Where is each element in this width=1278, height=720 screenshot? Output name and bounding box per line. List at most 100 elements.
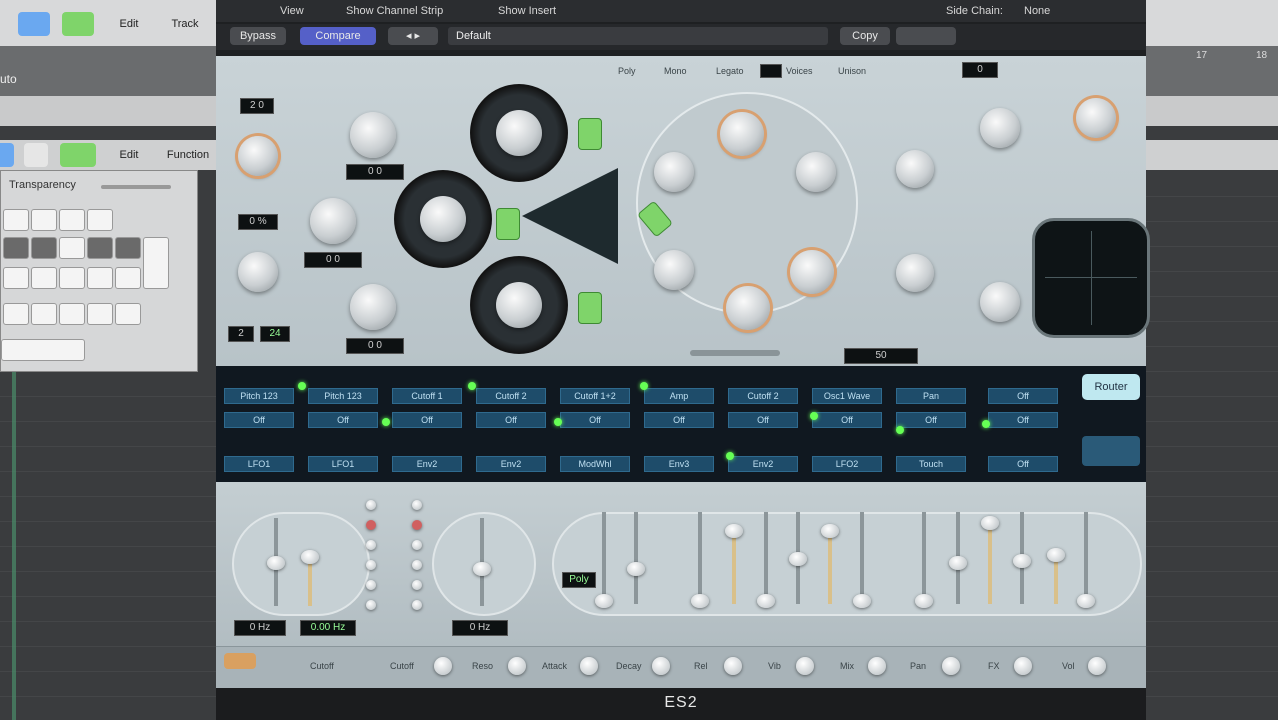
key[interactable] bbox=[87, 267, 113, 289]
matrix-target[interactable]: Cutoff 2 bbox=[476, 388, 546, 404]
macro-knob[interactable] bbox=[508, 657, 526, 675]
macro-knob[interactable] bbox=[724, 657, 742, 675]
key[interactable] bbox=[3, 237, 29, 259]
lfo1-delay-display[interactable]: 0.00 Hz bbox=[300, 620, 356, 636]
paste-button[interactable] bbox=[896, 27, 956, 45]
matrix-target[interactable]: Pan bbox=[896, 388, 966, 404]
lfo2-wave-selector[interactable] bbox=[412, 540, 422, 550]
matrix-source[interactable]: ModWhl bbox=[560, 456, 630, 472]
unison-label[interactable]: Unison bbox=[838, 66, 866, 76]
env-fader[interactable] bbox=[1013, 554, 1031, 568]
tune-knob[interactable] bbox=[238, 136, 278, 176]
drive-knob[interactable] bbox=[796, 152, 836, 192]
cutoff1-knob[interactable] bbox=[720, 112, 764, 156]
osc1-frequency-knob[interactable] bbox=[350, 112, 396, 158]
sine-level-knob[interactable] bbox=[896, 150, 934, 188]
macro-knob[interactable] bbox=[580, 657, 598, 675]
matrix-via[interactable]: Off bbox=[988, 412, 1058, 428]
matrix-target[interactable]: Cutoff 1 bbox=[392, 388, 462, 404]
view-menu[interactable]: View bbox=[280, 5, 304, 17]
mono-label[interactable]: Mono bbox=[664, 66, 687, 76]
env-fader-track[interactable] bbox=[1084, 512, 1088, 604]
lfo2-wave-selector[interactable] bbox=[412, 560, 422, 570]
key[interactable] bbox=[87, 303, 113, 325]
track-functions-menu[interactable]: Function bbox=[160, 143, 216, 167]
env-fader-track[interactable] bbox=[922, 512, 926, 604]
matrix-source[interactable]: Env2 bbox=[392, 456, 462, 472]
key[interactable] bbox=[115, 303, 141, 325]
matrix-source[interactable]: Env3 bbox=[644, 456, 714, 472]
matrix-target[interactable]: Pitch 123 bbox=[224, 388, 294, 404]
lfo1-wave-selector[interactable] bbox=[366, 580, 376, 590]
matrix-source[interactable]: Touch bbox=[896, 456, 966, 472]
matrix-source[interactable]: Env2 bbox=[476, 456, 546, 472]
show-channel-strip-menu[interactable]: Show Channel Strip bbox=[346, 5, 443, 17]
lfo1-wave-selector[interactable] bbox=[366, 540, 376, 550]
cutoff2-knob[interactable] bbox=[790, 250, 834, 294]
legato-label[interactable]: Legato bbox=[716, 66, 744, 76]
lfo1-delay-fader-track[interactable] bbox=[308, 562, 312, 606]
env-fader[interactable] bbox=[691, 594, 709, 608]
analog-display[interactable]: 0 % bbox=[238, 214, 278, 230]
toolbar-track-menu[interactable]: Track bbox=[160, 12, 210, 36]
macro-knob[interactable] bbox=[868, 657, 886, 675]
lfo1-delay-fader[interactable] bbox=[301, 550, 319, 564]
macro-knob[interactable] bbox=[1088, 657, 1106, 675]
lfo2-wave-selector[interactable] bbox=[412, 500, 422, 510]
macro-knob[interactable] bbox=[796, 657, 814, 675]
lfo2-rate-fader[interactable] bbox=[473, 562, 491, 576]
osc2-frequency-knob[interactable] bbox=[310, 198, 356, 244]
env-fader[interactable] bbox=[595, 594, 613, 608]
key[interactable] bbox=[31, 209, 57, 231]
key[interactable] bbox=[87, 237, 113, 259]
osc1-tune-display[interactable]: 0 0 bbox=[346, 164, 404, 180]
macro-knob[interactable] bbox=[652, 657, 670, 675]
lfo1-rate-display[interactable]: 0 Hz bbox=[234, 620, 286, 636]
prev-next-preset-buttons[interactable]: ◂ ▸ bbox=[388, 27, 438, 45]
resonance2-knob[interactable] bbox=[654, 250, 694, 290]
key[interactable] bbox=[31, 303, 57, 325]
compare-button[interactable]: Compare bbox=[300, 27, 376, 45]
lfo1-wave-selector[interactable] bbox=[366, 500, 376, 510]
output-level-knob[interactable] bbox=[1076, 98, 1116, 138]
lfo2-wave-selector[interactable] bbox=[412, 520, 422, 530]
env-fader-track[interactable] bbox=[988, 522, 992, 604]
vector-xy-pad[interactable] bbox=[1032, 218, 1150, 338]
router-button[interactable]: Router bbox=[1082, 374, 1140, 400]
env-fader-track[interactable] bbox=[828, 532, 832, 604]
matrix-source[interactable]: Env2 bbox=[728, 456, 798, 472]
mix-display[interactable]: 50 bbox=[844, 348, 918, 364]
osc3-tune-display[interactable]: 0 0 bbox=[346, 338, 404, 354]
matrix-via[interactable]: Off bbox=[644, 412, 714, 428]
matrix-source[interactable]: LFO1 bbox=[308, 456, 378, 472]
poly-label[interactable]: Poly bbox=[618, 66, 636, 76]
matrix-target[interactable]: Cutoff 1+2 bbox=[560, 388, 630, 404]
volume-knob[interactable] bbox=[980, 108, 1020, 148]
macro-knob[interactable] bbox=[1014, 657, 1032, 675]
osc3-wave-knob[interactable] bbox=[496, 282, 542, 328]
key[interactable] bbox=[3, 267, 29, 289]
matrix-via[interactable]: Off bbox=[224, 412, 294, 428]
env-fader-track[interactable] bbox=[634, 512, 638, 604]
matrix-source[interactable]: LFO2 bbox=[812, 456, 882, 472]
bend-down-display[interactable]: 2 bbox=[228, 326, 254, 342]
matrix-target[interactable]: Amp bbox=[644, 388, 714, 404]
osc2-tune-display[interactable]: 0 0 bbox=[304, 252, 362, 268]
copy-button[interactable]: Copy bbox=[840, 27, 890, 45]
glide-slider[interactable] bbox=[690, 350, 780, 356]
preset-menu[interactable]: Default bbox=[448, 27, 828, 45]
matrix-via[interactable]: Off bbox=[812, 412, 882, 428]
matrix-via[interactable]: Off bbox=[392, 412, 462, 428]
osc1-wave-knob[interactable] bbox=[496, 110, 542, 156]
track-blue-button[interactable] bbox=[0, 143, 14, 167]
matrix-source[interactable]: Off bbox=[988, 456, 1058, 472]
lfo2-rate-display[interactable]: 0 Hz bbox=[452, 620, 508, 636]
bypass-button[interactable]: Bypass bbox=[230, 27, 286, 45]
key[interactable] bbox=[31, 237, 57, 259]
matrix-via[interactable]: Off bbox=[896, 412, 966, 428]
bend-up-display[interactable]: 24 bbox=[260, 326, 290, 342]
osc2-on-button[interactable] bbox=[496, 208, 520, 240]
lfo2-wave-selector[interactable] bbox=[412, 600, 422, 610]
matrix-via[interactable]: Off bbox=[308, 412, 378, 428]
space-key[interactable] bbox=[1, 339, 85, 361]
